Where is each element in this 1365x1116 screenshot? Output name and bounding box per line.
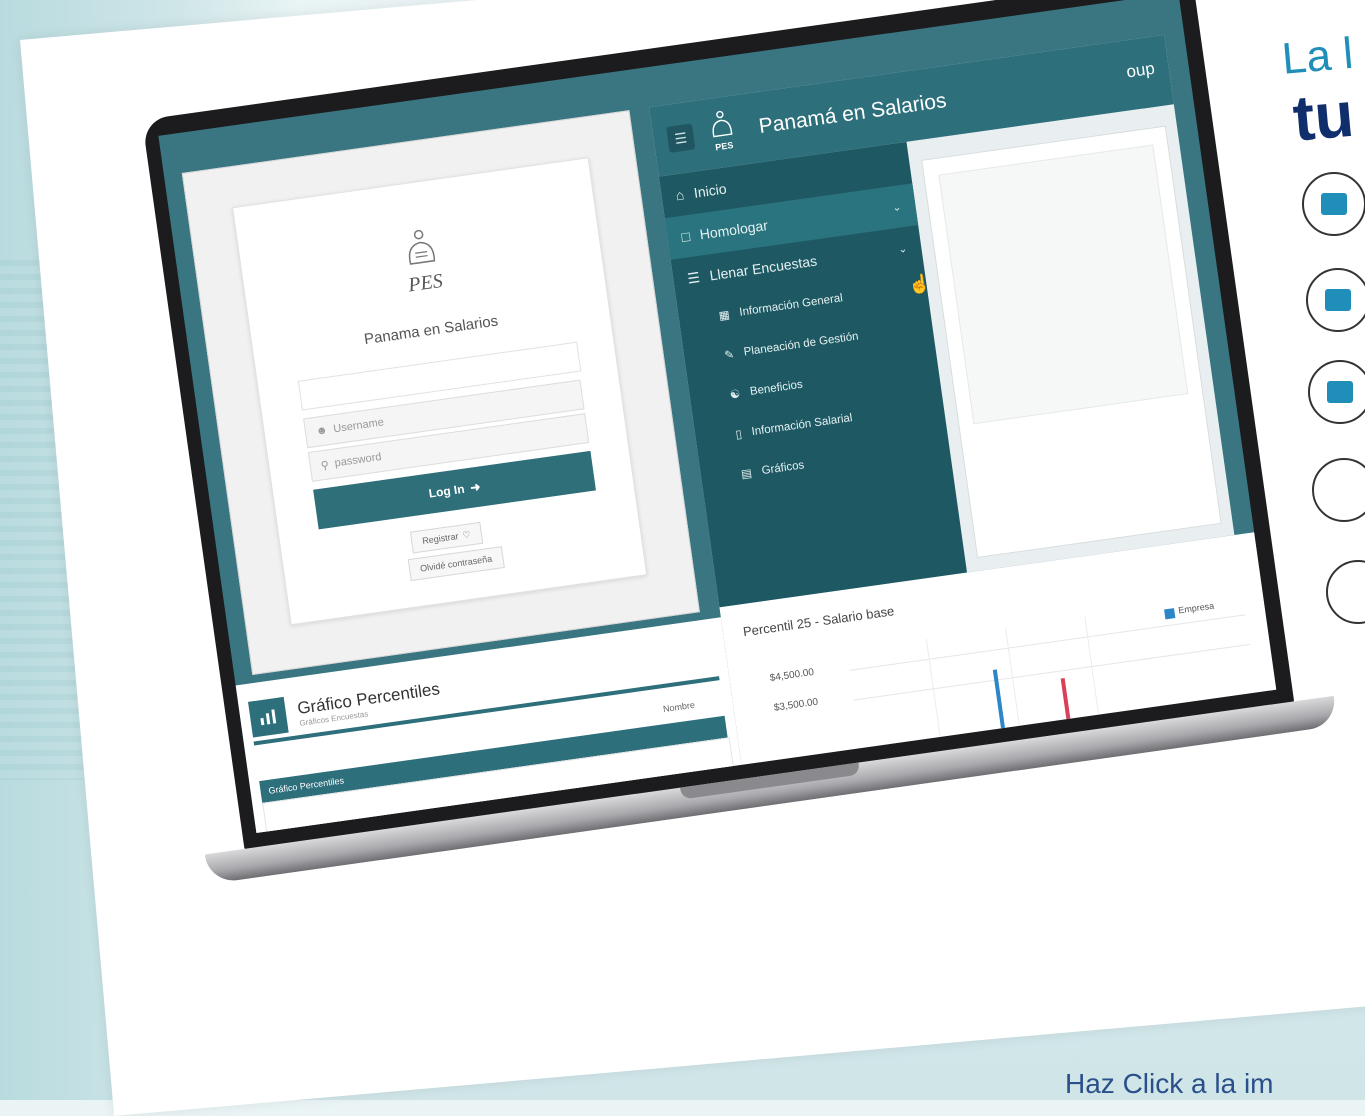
phone-icon: ▯ [734,428,743,442]
list-icon: ☰ [686,268,701,287]
app-logo-text: PES [714,140,734,153]
app-panel: ☰ PES Panamá en Salarios oup ⌂ Inicio □ … [649,34,1235,608]
submenu-item-label: Beneficios [749,378,804,398]
mouse-cursor-icon: ☝ [907,272,933,296]
feature-money-icon[interactable] [1306,268,1365,332]
pes-logo: PES [388,223,457,301]
register-label: Registrar [421,531,460,547]
laptop-screen: PES Panama en Salarios ☻ Username ⚲ pass… [158,0,1277,834]
submenu-item-label: Planeación de Gestión [743,330,860,359]
login-panel: PES Panama en Salarios ☻ Username ⚲ pass… [181,110,700,676]
cta-text[interactable]: Haz Click a la im [1065,1068,1273,1100]
key-icon: ⚲ [320,458,330,472]
content-placeholder [938,144,1189,425]
sign-in-icon: ➜ [469,479,482,495]
bar-chart-icon [248,696,289,738]
legend-label: Empresa [1177,600,1215,616]
app-title: Panamá en Salarios [757,88,948,139]
password-placeholder: password [333,451,383,470]
username-placeholder: Username [332,416,385,436]
sidebar: ⌂ Inicio □ Homologar ⌄ ☰ Llenar Encuesta… [658,141,968,608]
login-button-label: Log In [427,481,466,501]
promo-headline-bold: tu [1290,77,1357,155]
edit-icon: ✎ [723,348,735,363]
gridline [1084,616,1101,726]
y-tick-label: $3,500.00 [773,696,819,714]
hamburger-icon: ☰ [673,128,689,147]
legend-swatch [1164,608,1176,620]
info-card-icon: ▦ [718,309,731,323]
sidebar-item-label: Homologar [698,217,769,243]
menu-toggle-button[interactable]: ☰ [666,123,696,153]
handshake-icon: ☯ [729,388,742,402]
chart-bar [1060,678,1072,731]
chart-title: Percentil 25 - Salario base [742,603,896,640]
gridline [853,643,1250,701]
feature-user-icon[interactable] [1308,360,1365,424]
feature-chart-icon[interactable] [1302,172,1365,236]
forgot-label: Olvidé contraseña [419,553,493,574]
bar-chart-icon: ▤ [740,467,753,481]
register-button[interactable]: Registrar ♡ [409,521,483,554]
heart-icon: ♡ [461,528,472,540]
login-box: PES Panama en Salarios ☻ Username ⚲ pass… [232,157,648,626]
submenu-item-label: Información Salarial [750,412,854,439]
chevron-down-icon: ⌄ [891,200,903,214]
gridline [1005,627,1022,737]
file-icon: □ [680,227,692,245]
submenu-item-label: Gráficos [760,459,806,478]
chevron-down-icon: ⌄ [897,242,909,256]
gridline [925,638,943,748]
laptop-mockup: PES Panama en Salarios ☻ Username ⚲ pass… [142,0,1338,912]
user-icon: ☻ [315,424,329,438]
money-bag-icon [712,110,733,138]
app-logo: PES [702,107,742,157]
logo-text: PES [406,269,445,297]
submenu-item-label: Información General [738,292,844,319]
gridline [849,614,1246,671]
nombre-label: Nombre [662,699,696,715]
sidebar-item-label: Inicio [692,180,728,201]
money-bag-icon [408,229,436,265]
user-name[interactable]: oup [1125,59,1156,83]
sidebar-item-label: Llenar Encuestas [708,252,818,284]
y-tick-label: $4,500.00 [769,666,815,685]
content-card [921,125,1222,559]
home-icon: ⌂ [674,186,686,204]
